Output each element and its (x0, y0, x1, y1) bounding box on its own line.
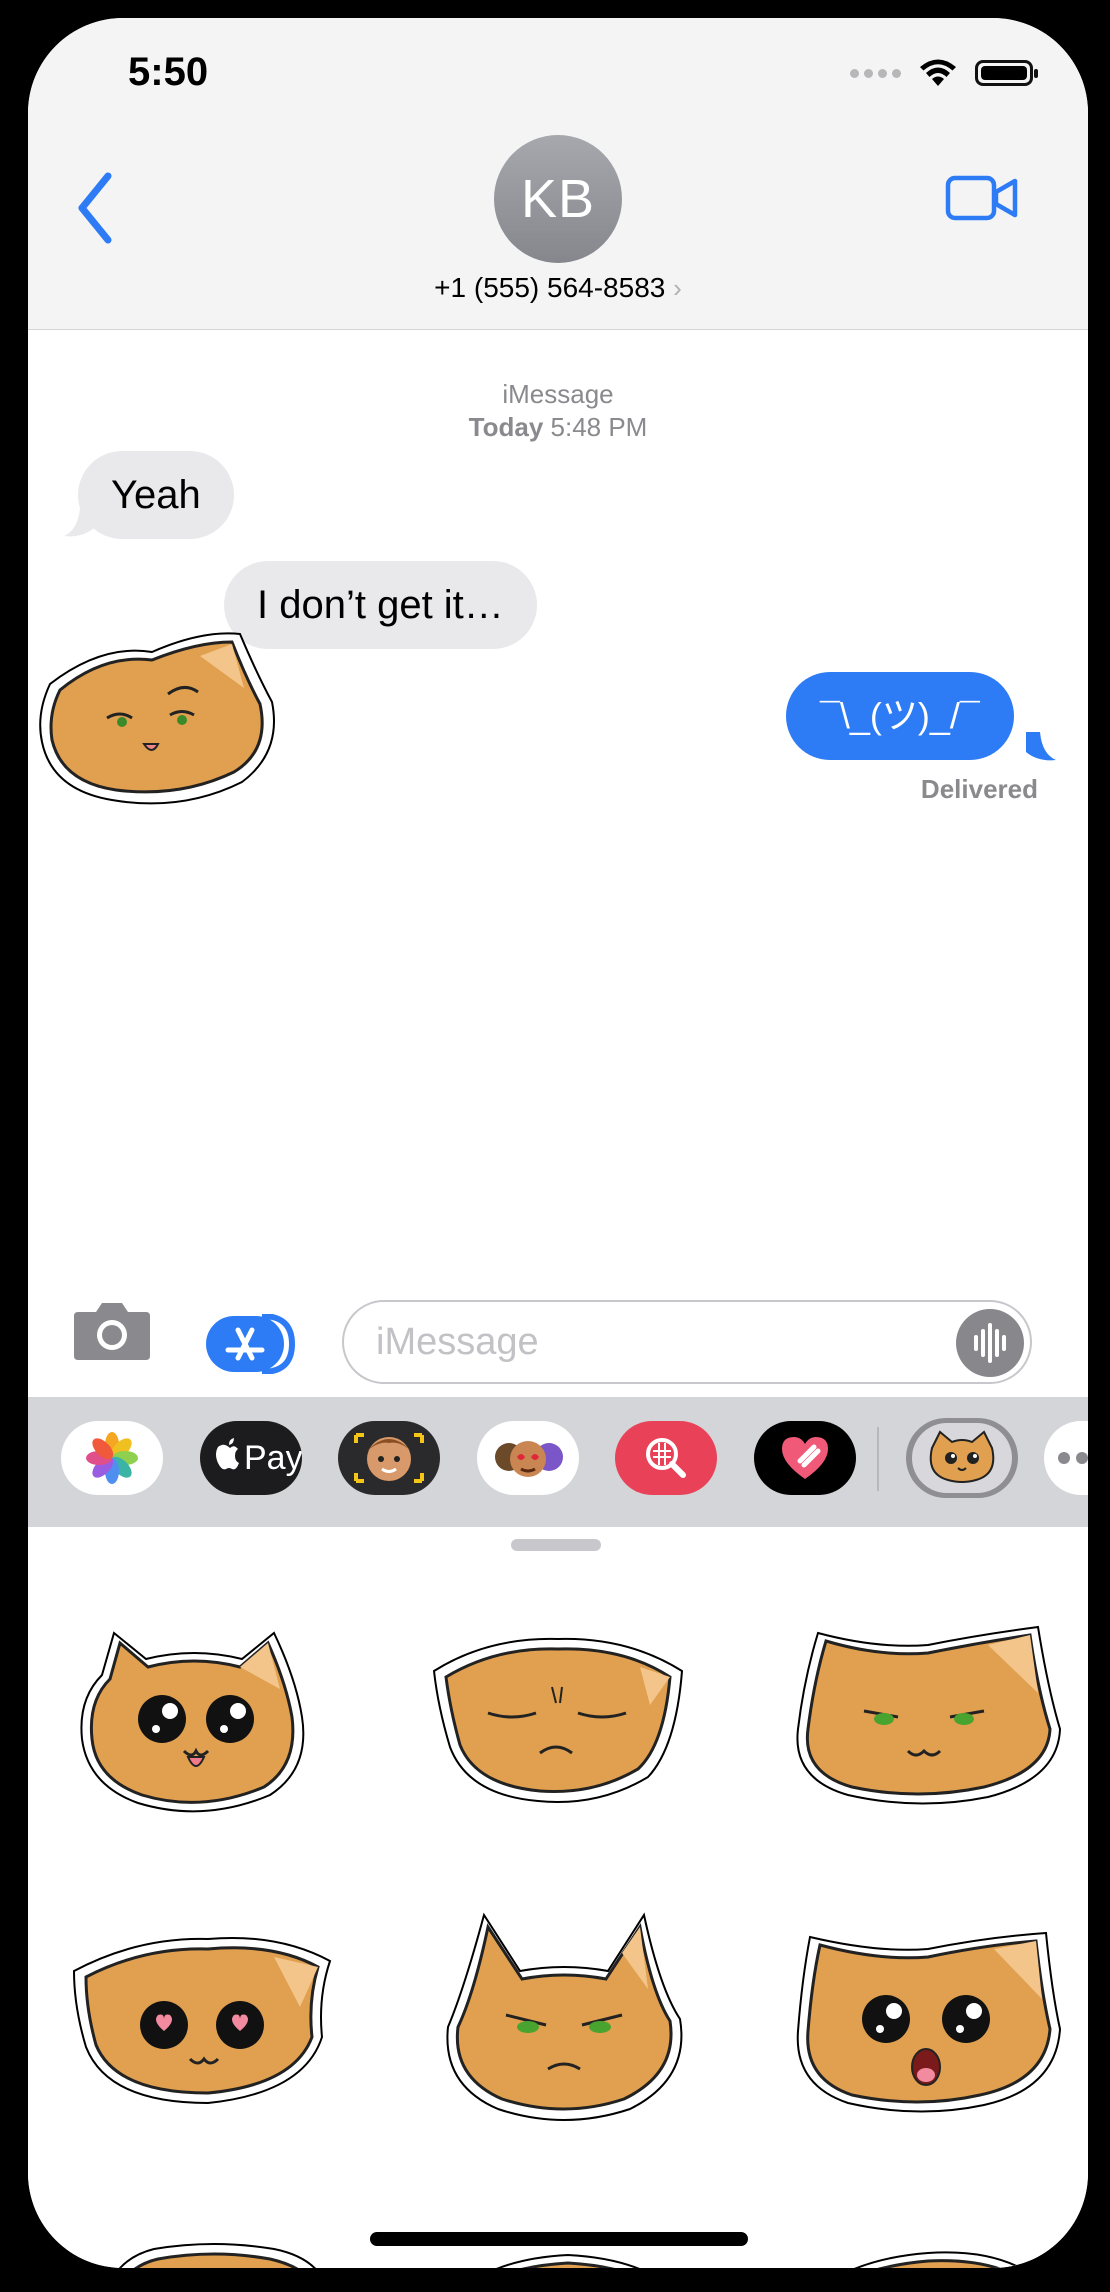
apple-pay-label: Pay (244, 1439, 302, 1477)
phone-screen: 5:50 KB +1 (555) 564-8583 › iMessage Tod… (28, 18, 1088, 2268)
cat-sticker-angry[interactable] (434, 1909, 694, 2129)
battery-icon (975, 60, 1038, 86)
cat-stickers-icon[interactable] (906, 1418, 1018, 1498)
camera-icon[interactable] (72, 1298, 152, 1362)
photos-icon[interactable] (61, 1421, 163, 1495)
cellular-icon (850, 68, 901, 78)
conversation-header: 5:50 KB +1 (555) 564-8583 › (28, 18, 1088, 330)
chevron-right-icon: › (673, 273, 682, 303)
message-bubble-incoming[interactable]: Yeah (78, 451, 234, 539)
wifi-icon (920, 59, 956, 86)
date-label: Today (468, 412, 544, 442)
image-search-icon[interactable] (615, 1421, 717, 1495)
contact-avatar[interactable]: KB (494, 135, 622, 263)
status-time: 5:50 (128, 50, 209, 94)
cat-sticker-partial[interactable] (94, 2239, 334, 2268)
facetime-video-icon[interactable] (945, 168, 1019, 228)
memoji-icon[interactable] (338, 1421, 440, 1495)
waveform-icon (974, 1323, 1006, 1363)
audio-message-button[interactable] (956, 1309, 1024, 1377)
home-indicator[interactable] (370, 2232, 748, 2246)
cat-sticker-skeptical[interactable] (32, 622, 282, 812)
timestamp: Today 5:48 PM (28, 411, 1088, 444)
cat-sticker-happy[interactable] (74, 1619, 314, 1819)
status-icons (850, 58, 1038, 88)
cat-sticker-sleepy[interactable] (428, 1627, 688, 1807)
imessage-app-strip: Pay (28, 1397, 1088, 1527)
contact-name: +1 (555) 564-8583 (434, 272, 666, 303)
message-bubble-outgoing[interactable]: ¯\_(ツ)_/¯ (786, 672, 1014, 760)
cat-sticker-smug[interactable] (788, 1619, 1068, 1809)
bubble-tail (1026, 732, 1056, 761)
message-input[interactable]: iMessage (342, 1300, 1032, 1384)
message-input-placeholder: iMessage (376, 1321, 539, 1363)
app-store-icon[interactable] (204, 1314, 296, 1374)
cat-sticker-love[interactable] (68, 1927, 338, 2107)
contact-title[interactable]: +1 (555) 564-8583 › (28, 272, 1088, 304)
app-strip-divider (877, 1427, 879, 1491)
time-label: 5:48 PM (550, 412, 648, 442)
digital-touch-icon[interactable] (754, 1421, 856, 1495)
drawer-grabber[interactable] (511, 1539, 601, 1551)
sticker-drawer (28, 1527, 1088, 2268)
back-chevron-icon[interactable] (64, 168, 124, 248)
cat-sticker-surprised[interactable] (788, 1919, 1068, 2119)
more-icon[interactable] (1044, 1421, 1088, 1495)
delivered-receipt: Delivered (920, 774, 1038, 804)
service-label: iMessage (502, 379, 614, 409)
apple-pay-icon[interactable]: Pay (200, 1421, 302, 1495)
cat-sticker-partial[interactable] (788, 2239, 1068, 2268)
animoji-icon[interactable] (477, 1421, 579, 1495)
